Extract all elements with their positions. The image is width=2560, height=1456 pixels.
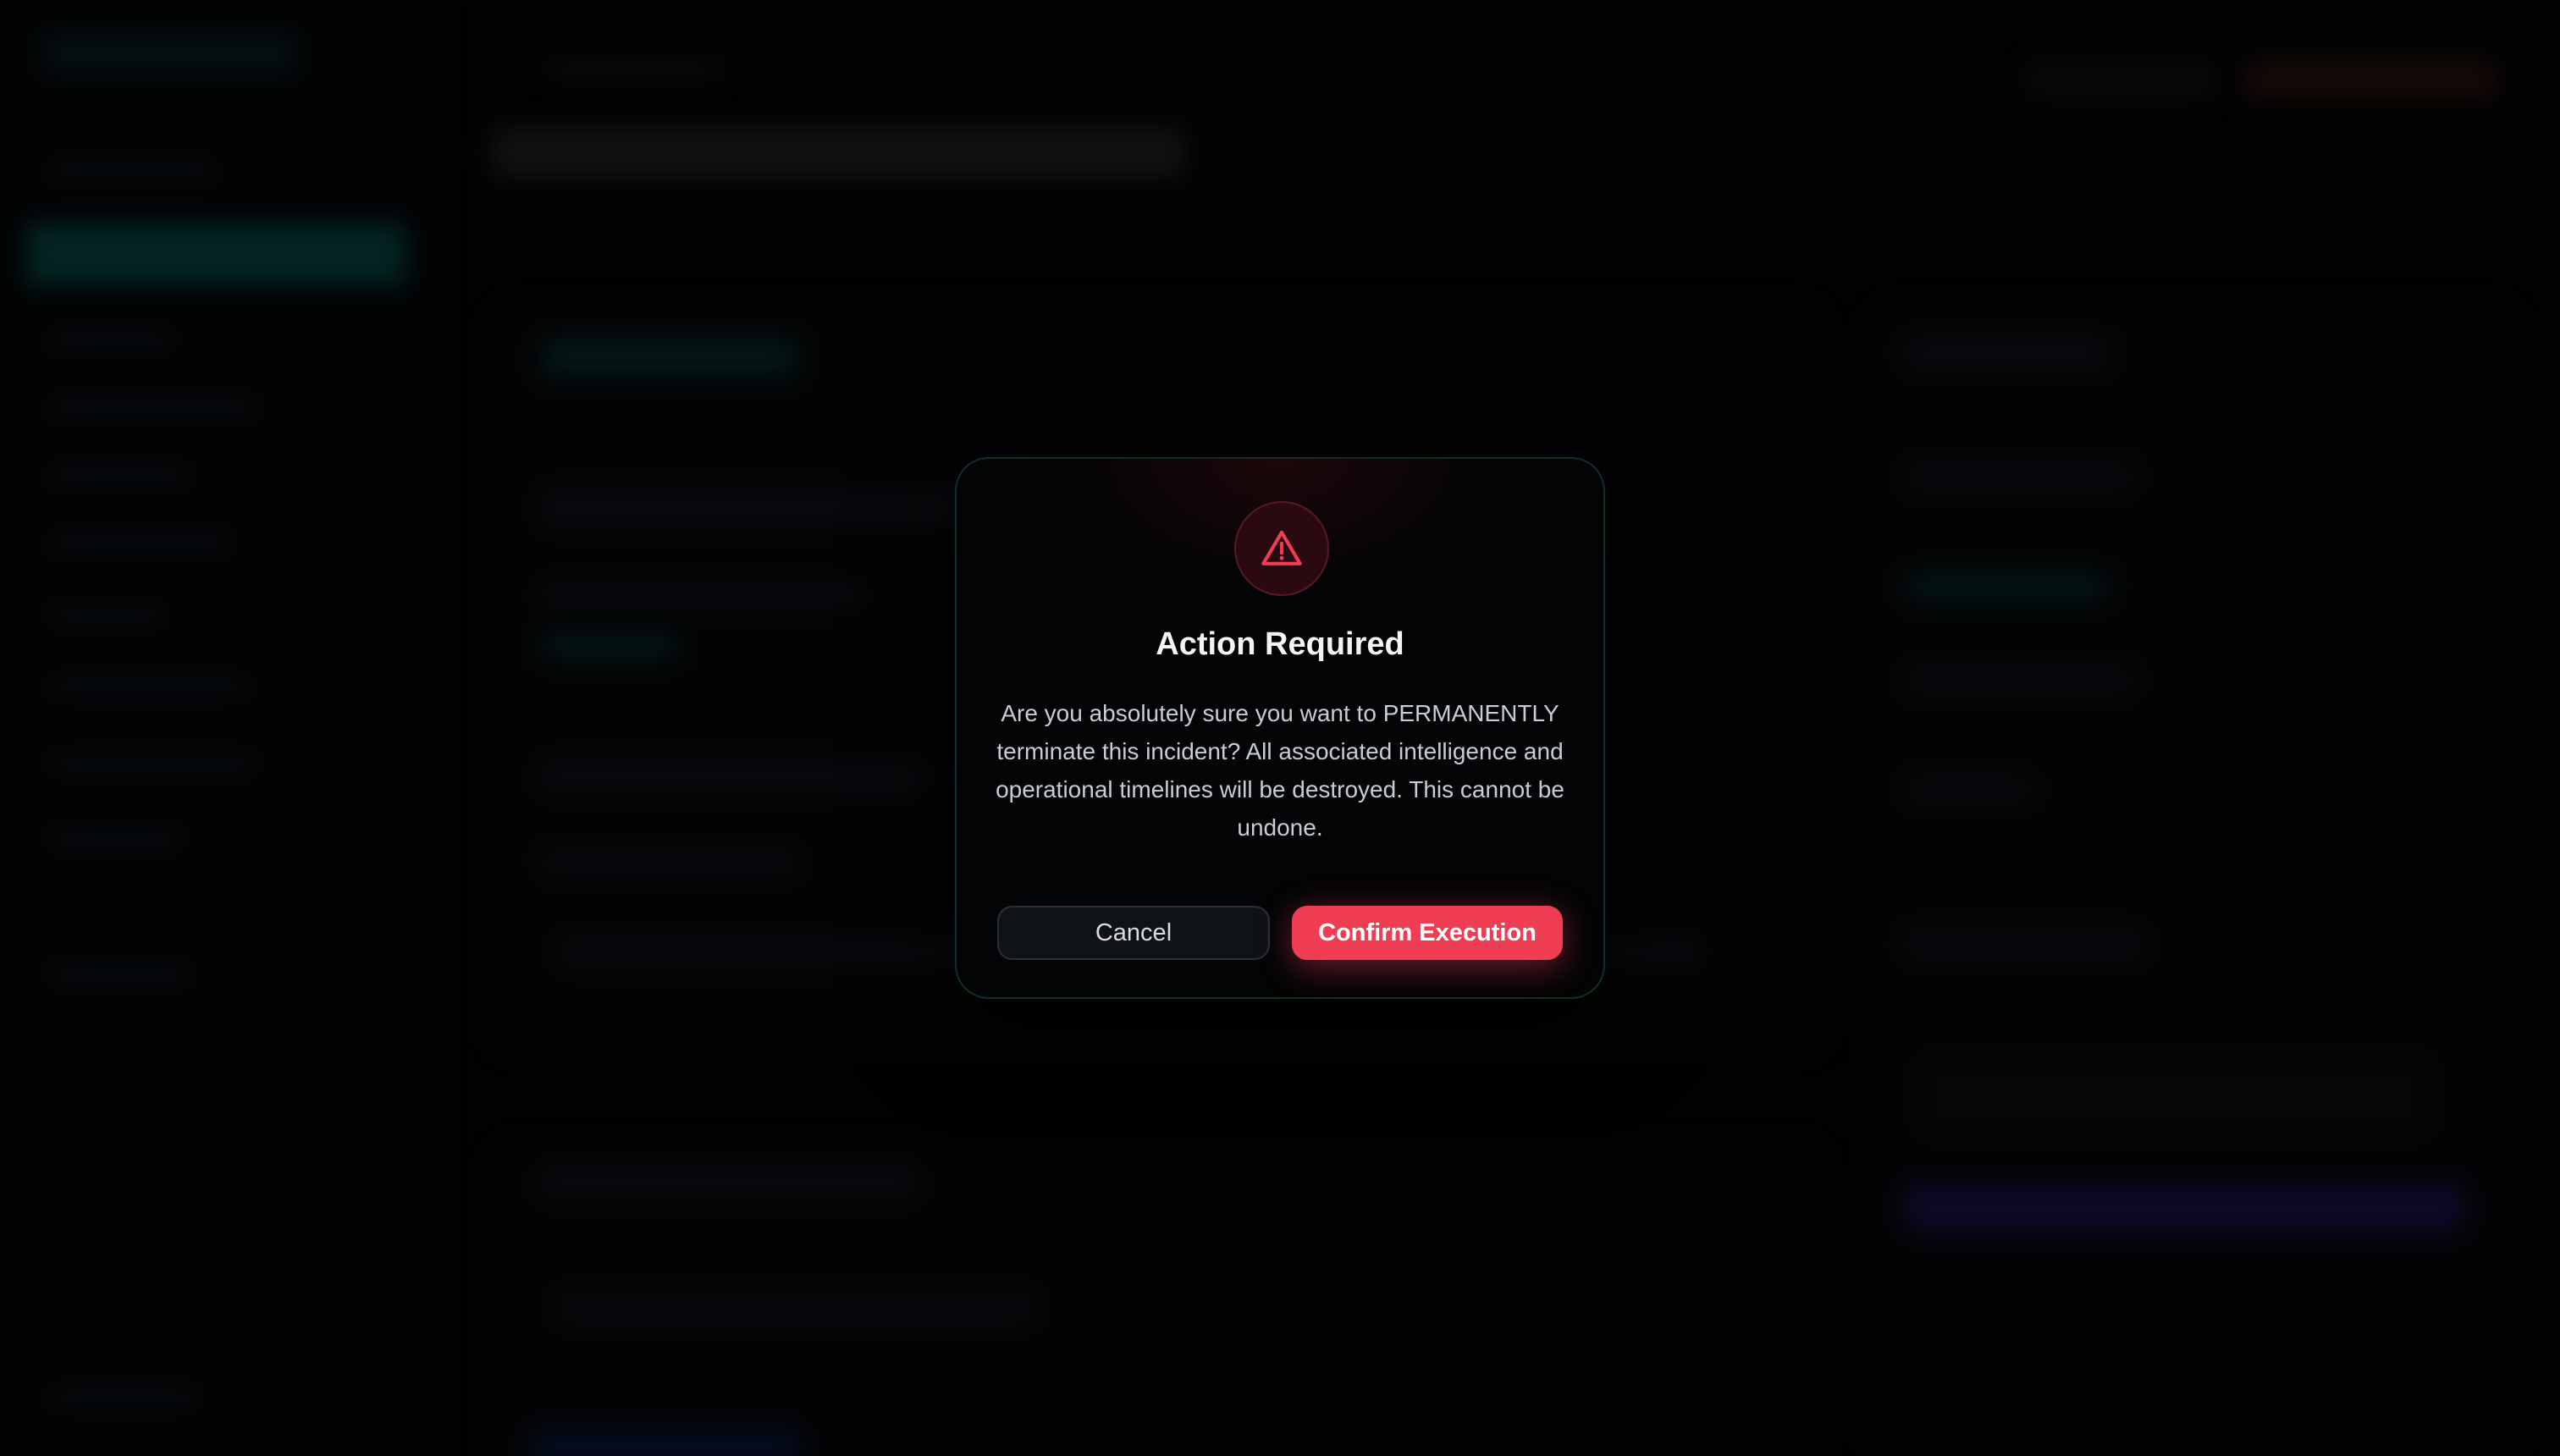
confirm-dialog: Action Required Are you absolutely sure … (955, 457, 1605, 999)
warning-triangle-icon (1261, 530, 1302, 565)
warning-badge (1234, 501, 1329, 596)
confirm-execution-button[interactable]: Confirm Execution (1292, 906, 1563, 960)
dialog-message: Are you absolutely sure you want to PERM… (996, 700, 1564, 841)
screen: Action Required Are you absolutely sure … (0, 0, 2560, 1456)
dialog-title: Action Required (1156, 626, 1404, 662)
cancel-button[interactable]: Cancel (997, 906, 1270, 960)
